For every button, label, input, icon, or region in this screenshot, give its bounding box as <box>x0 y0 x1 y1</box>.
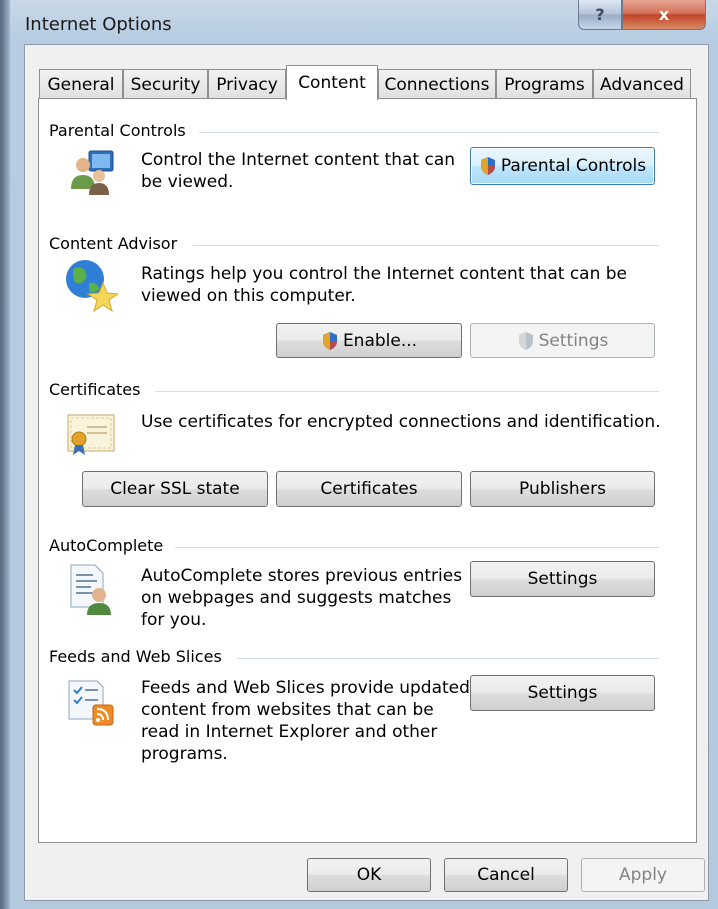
button-label: Settings <box>538 330 609 351</box>
description-line: for you. <box>141 610 207 630</box>
help-button[interactable]: ? <box>578 0 622 30</box>
window-frame-shade <box>1 0 10 909</box>
description-line: programs. <box>141 744 228 764</box>
content-advisor-settings-button[interactable]: Settings <box>470 323 655 358</box>
autocomplete-settings-button[interactable]: Settings <box>470 561 655 597</box>
tab-label: Security <box>130 74 201 95</box>
tab-security[interactable]: Security <box>123 69 208 99</box>
button-label: Clear SSL state <box>110 479 240 499</box>
parental-controls-group-title: Parental Controls <box>49 121 186 140</box>
apply-button[interactable]: Apply <box>581 858 705 892</box>
autocomplete-description: AutoComplete stores previous entries on … <box>141 565 462 631</box>
certificates-description: Use certificates for encrypted connectio… <box>141 412 661 432</box>
certificate-icon <box>65 409 117 457</box>
group-divider <box>193 245 659 246</box>
certificates-group-title: Certificates <box>49 380 141 399</box>
description-line: be viewed. <box>141 172 234 192</box>
tab-privacy[interactable]: Privacy <box>208 69 286 99</box>
group-divider <box>155 391 659 392</box>
content-advisor-description: Ratings help you control the Internet co… <box>141 263 627 307</box>
description-line: Feeds and Web Slices provide updated <box>141 678 470 698</box>
button-label: Cancel <box>477 865 535 885</box>
parental-controls-icon <box>67 149 117 197</box>
help-icon: ? <box>595 5 605 24</box>
group-divider <box>175 547 659 548</box>
button-label: Enable... <box>342 330 418 351</box>
internet-options-dialog: Internet Options ? x General Security Pr… <box>0 0 718 909</box>
description-line: on webpages and suggests matches <box>141 588 452 608</box>
group-divider <box>199 132 659 133</box>
parental-controls-button[interactable]: Parental Controls <box>470 147 655 185</box>
button-label: Settings <box>527 569 598 589</box>
feeds-settings-button[interactable]: Settings <box>470 675 655 711</box>
dialog-client-area: General Security Privacy Content Connect… <box>24 44 709 901</box>
button-label: Parental Controls <box>500 156 647 176</box>
tab-label: Content <box>298 73 366 93</box>
certificates-button[interactable]: Certificates <box>276 471 462 507</box>
description-line: viewed on this computer. <box>141 286 356 306</box>
ok-button[interactable]: OK <box>307 858 431 892</box>
publishers-button[interactable]: Publishers <box>470 471 655 507</box>
shield-icon <box>517 331 535 351</box>
tab-label: Programs <box>504 74 585 95</box>
shield-icon <box>321 331 339 351</box>
title-bar[interactable]: Internet Options ? x <box>1 0 718 44</box>
button-label: Apply <box>619 865 667 885</box>
close-icon: x <box>658 5 670 24</box>
autocomplete-group-title: AutoComplete <box>49 536 164 555</box>
button-label: Certificates <box>320 479 418 499</box>
content-tab-panel: Parental Controls Control the Internet c… <box>38 98 697 843</box>
description-line: content from websites that can be <box>141 700 434 720</box>
content-advisor-group-title: Content Advisor <box>49 234 178 253</box>
feeds-icon <box>65 677 117 727</box>
button-label: Settings <box>527 683 598 703</box>
tab-advanced[interactable]: Advanced <box>593 69 691 99</box>
cancel-button[interactable]: Cancel <box>444 858 568 892</box>
autocomplete-icon <box>65 561 115 617</box>
feeds-group-title: Feeds and Web Slices <box>49 647 222 666</box>
tab-general[interactable]: General <box>39 69 123 99</box>
tab-label: Privacy <box>216 74 278 95</box>
content-advisor-enable-button[interactable]: Enable... <box>276 323 462 358</box>
tab-programs[interactable]: Programs <box>496 69 593 99</box>
tab-label: Advanced <box>600 74 684 95</box>
shield-icon <box>479 156 497 176</box>
description-line: read in Internet Explorer and other <box>141 722 438 742</box>
clear-ssl-state-button[interactable]: Clear SSL state <box>82 471 268 507</box>
window-title: Internet Options <box>25 14 172 35</box>
tab-content[interactable]: Content <box>286 65 378 100</box>
tab-connections[interactable]: Connections <box>378 69 496 99</box>
button-label: Publishers <box>519 479 606 499</box>
button-label: OK <box>356 865 382 885</box>
group-divider <box>237 658 659 659</box>
description-line: Control the Internet content that can <box>141 150 456 170</box>
description-line: AutoComplete stores previous entries <box>141 566 463 586</box>
close-button[interactable]: x <box>622 0 706 30</box>
tab-label: General <box>47 74 115 95</box>
parental-controls-description: Control the Internet content that can be… <box>141 149 455 193</box>
feeds-description: Feeds and Web Slices provide updated con… <box>141 677 470 765</box>
globe-star-icon <box>63 257 120 313</box>
description-line: Ratings help you control the Internet co… <box>141 264 628 284</box>
tab-label: Connections <box>384 74 490 95</box>
